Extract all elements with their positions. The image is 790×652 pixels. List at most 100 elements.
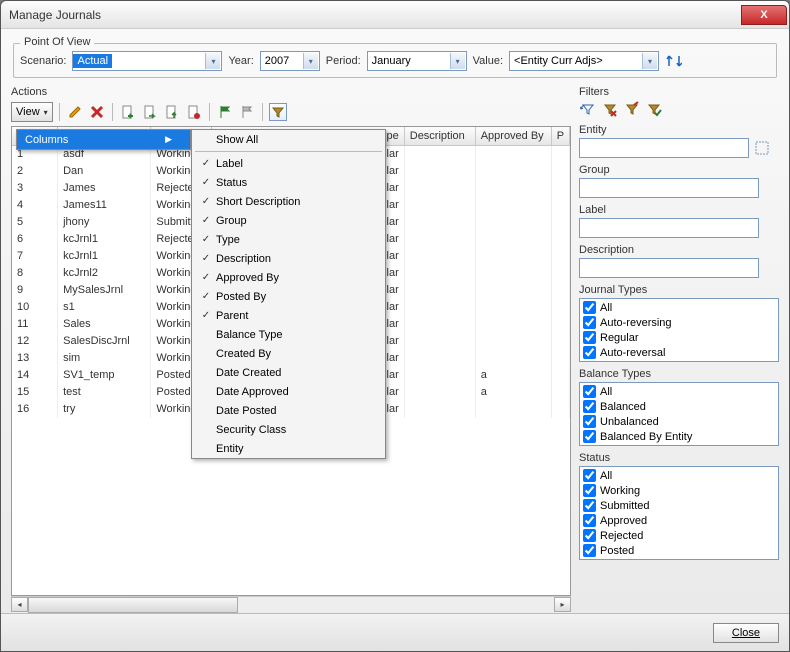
close-button[interactable]: Close: [713, 623, 779, 643]
status-item[interactable]: Rejected: [583, 528, 775, 543]
filter-group-field: Group: [579, 164, 779, 198]
table-cell: [551, 163, 569, 180]
checkbox[interactable]: [583, 400, 596, 413]
period-select[interactable]: January ▾: [367, 51, 467, 71]
value-select[interactable]: <Entity Curr Adjs> ▾: [509, 51, 659, 71]
submenu-item-label: Short Description: [216, 196, 300, 208]
checkbox[interactable]: [583, 430, 596, 443]
submenu-item[interactable]: Security Class: [192, 420, 385, 439]
submenu-item[interactable]: ✓Group: [192, 211, 385, 230]
status-item[interactable]: Working: [583, 483, 775, 498]
label-input[interactable]: [579, 218, 759, 238]
balance-type-item[interactable]: Unbalanced: [583, 414, 775, 429]
entity-picker-icon[interactable]: [753, 139, 771, 157]
scroll-right-icon[interactable]: ▸: [554, 597, 571, 612]
menu-item-columns[interactable]: Columns ▶: [17, 130, 190, 149]
submenu-item[interactable]: Date Created: [192, 363, 385, 382]
filter-icon[interactable]: [269, 103, 287, 121]
submenu-item[interactable]: ✓Description: [192, 249, 385, 268]
submenu-item[interactable]: Show All: [192, 130, 385, 149]
submenu-item[interactable]: ✓Status: [192, 173, 385, 192]
doc-add-icon[interactable]: [119, 103, 137, 121]
submenu-item[interactable]: ✓Type: [192, 230, 385, 249]
scenario-label: Scenario:: [20, 55, 66, 67]
description-input[interactable]: [579, 258, 759, 278]
refresh-pov-icon[interactable]: [665, 52, 683, 70]
pov-row: Scenario: Actual ▾ Year: 2007 ▾ Period: …: [20, 51, 770, 71]
scroll-left-icon[interactable]: ◂: [11, 597, 28, 612]
horizontal-scrollbar[interactable]: ◂ ▸: [11, 596, 571, 613]
col-p[interactable]: P: [551, 127, 569, 146]
scroll-thumb[interactable]: [28, 597, 238, 613]
status-item-label: Rejected: [600, 530, 643, 542]
scenario-select[interactable]: Actual ▾: [72, 51, 222, 71]
checkbox[interactable]: [583, 484, 596, 497]
checkbox[interactable]: [583, 514, 596, 527]
doc-stop-icon[interactable]: [185, 103, 203, 121]
submenu-item[interactable]: Entity: [192, 439, 385, 458]
checkbox[interactable]: [583, 469, 596, 482]
scroll-track[interactable]: [28, 597, 554, 613]
checkbox[interactable]: [583, 301, 596, 314]
submenu-item[interactable]: Created By: [192, 344, 385, 363]
status-item[interactable]: Posted: [583, 543, 775, 558]
edit-icon[interactable]: [66, 103, 84, 121]
toolbar-separator: [262, 103, 263, 121]
entity-input[interactable]: [579, 138, 749, 158]
checkbox[interactable]: [583, 316, 596, 329]
actions-label: Actions: [11, 86, 571, 98]
columns: Actions View ▾: [11, 86, 779, 613]
checkbox[interactable]: [583, 331, 596, 344]
table-cell: [475, 265, 551, 282]
status-item-label: Working: [600, 485, 640, 497]
checkbox[interactable]: [583, 415, 596, 428]
submenu-item[interactable]: ✓Parent: [192, 306, 385, 325]
balance-type-item-label: All: [600, 386, 612, 398]
submenu-item[interactable]: Date Posted: [192, 401, 385, 420]
year-select[interactable]: 2007 ▾: [260, 51, 320, 71]
table-cell: 5: [12, 214, 58, 231]
entity-label: Entity: [579, 124, 779, 136]
status-item[interactable]: All: [583, 468, 775, 483]
checkbox[interactable]: [583, 529, 596, 542]
filter-remove-icon[interactable]: [601, 100, 619, 118]
journal-type-item[interactable]: Auto-reversing: [583, 315, 775, 330]
submenu-item[interactable]: Date Approved: [192, 382, 385, 401]
balance-type-item[interactable]: All: [583, 384, 775, 399]
balance-type-item[interactable]: Balanced: [583, 399, 775, 414]
table-cell: [551, 180, 569, 197]
columns-submenu[interactable]: Show All✓Label✓Status✓Short Description✓…: [191, 129, 386, 459]
submenu-item[interactable]: ✓Label: [192, 154, 385, 173]
journal-type-item[interactable]: Regular: [583, 330, 775, 345]
doc-next-icon[interactable]: [141, 103, 159, 121]
journal-type-item[interactable]: Auto-reversal: [583, 345, 775, 360]
submenu-item[interactable]: ✓Short Description: [192, 192, 385, 211]
submenu-item-label: Group: [216, 215, 247, 227]
col-description[interactable]: Description: [404, 127, 475, 146]
filter-reset-icon[interactable]: [579, 100, 597, 118]
window-close-button[interactable]: X: [741, 5, 787, 25]
table-cell: kcJrnl2: [58, 265, 151, 282]
status-item[interactable]: Approved: [583, 513, 775, 528]
submenu-item[interactable]: Balance Type: [192, 325, 385, 344]
group-input[interactable]: [579, 178, 759, 198]
submenu-item[interactable]: ✓Posted By: [192, 287, 385, 306]
checkbox[interactable]: [583, 385, 596, 398]
submenu-item[interactable]: ✓Approved By: [192, 268, 385, 287]
balance-type-item[interactable]: Balanced By Entity: [583, 429, 775, 444]
status-item[interactable]: Submitted: [583, 498, 775, 513]
view-button[interactable]: View ▾: [11, 102, 53, 122]
col-approvedby[interactable]: Approved By: [475, 127, 551, 146]
filter-clear-icon[interactable]: [623, 100, 641, 118]
checkbox[interactable]: [583, 499, 596, 512]
checkbox[interactable]: [583, 544, 596, 557]
checkbox[interactable]: [583, 346, 596, 359]
delete-icon[interactable]: [88, 103, 106, 121]
journal-type-item[interactable]: All: [583, 300, 775, 315]
view-menu[interactable]: Columns ▶: [16, 129, 191, 150]
doc-up-icon[interactable]: [163, 103, 181, 121]
flag-green-icon[interactable]: [216, 103, 234, 121]
flag-gray-icon[interactable]: [238, 103, 256, 121]
filter-apply-icon[interactable]: [645, 100, 663, 118]
close-button-label: Close: [732, 627, 760, 639]
